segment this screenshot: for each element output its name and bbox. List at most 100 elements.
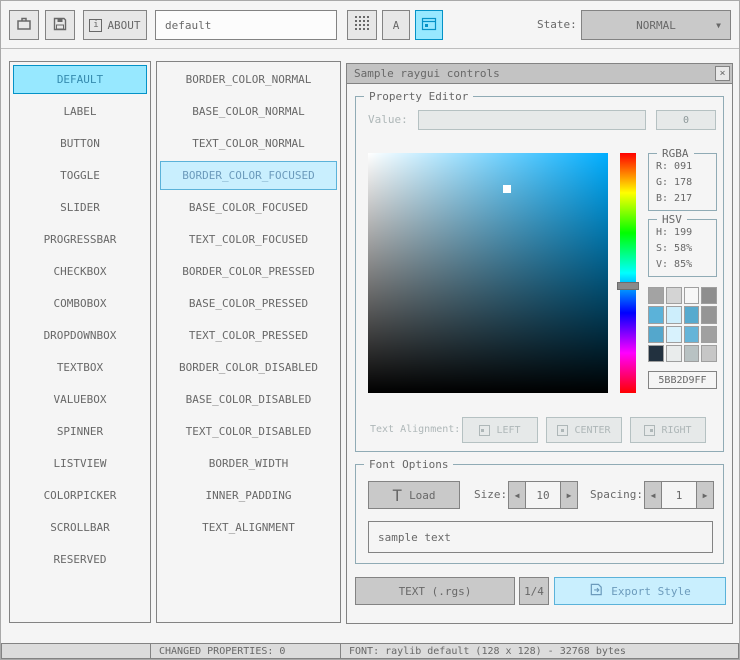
property-list-item[interactable]: BORDER_COLOR_DISABLED xyxy=(160,353,337,382)
color-swatch[interactable] xyxy=(683,287,700,305)
value-input[interactable] xyxy=(418,110,646,130)
close-icon[interactable]: × xyxy=(715,66,730,81)
state-dropdown[interactable]: NORMAL ▼ xyxy=(581,10,731,40)
control-list-item[interactable]: SPINNER xyxy=(13,417,147,446)
control-list-item-label: LISTVIEW xyxy=(53,457,107,470)
hsv-s-value: S: 58% xyxy=(656,243,693,254)
load-style-button[interactable] xyxy=(9,10,39,40)
style-editor-button[interactable] xyxy=(415,10,443,40)
control-list-item-label: COMBOBOX xyxy=(53,297,107,310)
control-list-item[interactable]: LABEL xyxy=(13,97,147,126)
color-saturation-value-panel[interactable] xyxy=(368,153,608,393)
property-list-item[interactable]: BORDER_COLOR_NORMAL xyxy=(160,65,337,94)
color-swatch[interactable] xyxy=(701,306,717,324)
property-list-item[interactable]: TEXT_COLOR_NORMAL xyxy=(160,129,337,158)
property-list-item[interactable]: BASE_COLOR_FOCUSED xyxy=(160,193,337,222)
control-list-item[interactable]: COLORPICKER xyxy=(13,481,147,510)
align-right-button[interactable]: RIGHT xyxy=(630,417,706,443)
hue-slider[interactable] xyxy=(617,153,639,393)
control-list-item[interactable]: SCROLLBAR xyxy=(13,513,147,542)
size-decrement-button[interactable]: ◀ xyxy=(508,481,526,509)
color-swatch[interactable] xyxy=(648,344,664,362)
control-list-item[interactable]: VALUEBOX xyxy=(13,385,147,414)
align-right-label: RIGHT xyxy=(661,424,692,436)
color-picker-cursor[interactable] xyxy=(503,185,512,193)
property-list-item[interactable]: TEXT_COLOR_FOCUSED xyxy=(160,225,337,254)
controls-table-button[interactable] xyxy=(347,10,377,40)
control-list-item[interactable]: RESERVED xyxy=(13,545,147,574)
color-swatch[interactable] xyxy=(665,325,682,343)
control-list-item-label: DROPDOWNBOX xyxy=(43,329,117,342)
control-list-item[interactable]: CHECKBOX xyxy=(13,257,147,286)
hsv-v-value: V: 85% xyxy=(656,259,693,270)
property-list-item-label: BASE_COLOR_FOCUSED xyxy=(188,201,309,214)
property-list-item[interactable]: TEXT_ALIGNMENT xyxy=(160,513,337,542)
color-swatch[interactable] xyxy=(701,344,717,362)
color-swatch[interactable] xyxy=(648,287,664,305)
control-list-item[interactable]: DEFAULT xyxy=(13,65,147,94)
color-swatch[interactable] xyxy=(665,306,682,324)
color-swatch[interactable] xyxy=(683,325,700,343)
align-left-button[interactable]: LEFT xyxy=(462,417,538,443)
property-list-item[interactable]: INNER_PADDING xyxy=(160,481,337,510)
property-list-item[interactable]: TEXT_COLOR_PRESSED xyxy=(160,321,337,350)
color-swatch[interactable] xyxy=(648,325,664,343)
font-editor-button[interactable]: A xyxy=(382,10,410,40)
status-font-info: FONT: raylib default (128 x 128) - 32768… xyxy=(340,643,739,659)
export-style-button[interactable]: Export Style xyxy=(554,577,726,605)
state-dropdown-value: NORMAL xyxy=(636,18,676,32)
control-list-item[interactable]: DROPDOWNBOX xyxy=(13,321,147,350)
export-format-page-button[interactable]: 1/4 xyxy=(519,577,549,605)
save-style-button[interactable] xyxy=(45,10,75,40)
export-text-rgs-button[interactable]: TEXT (.rgs) xyxy=(355,577,515,605)
export-format-page-label: 1/4 xyxy=(524,584,544,598)
property-list-item[interactable]: TEXT_COLOR_DISABLED xyxy=(160,417,337,446)
grid-icon xyxy=(354,16,370,34)
color-swatch[interactable] xyxy=(683,306,700,324)
color-swatch[interactable] xyxy=(665,287,682,305)
property-list-item[interactable]: BASE_COLOR_DISABLED xyxy=(160,385,337,414)
font-load-button[interactable]: T Load xyxy=(368,481,460,509)
control-list-item[interactable]: LISTVIEW xyxy=(13,449,147,478)
spacing-increment-button[interactable]: ▶ xyxy=(696,481,714,509)
property-list-item[interactable]: BASE_COLOR_NORMAL xyxy=(160,97,337,126)
control-list-item[interactable]: PROGRESSBAR xyxy=(13,225,147,254)
size-increment-button[interactable]: ▶ xyxy=(560,481,578,509)
property-list-item[interactable]: BORDER_COLOR_PRESSED xyxy=(160,257,337,286)
panel-titlebar[interactable]: Sample raygui controls × xyxy=(347,64,732,84)
style-name-input[interactable] xyxy=(155,10,337,40)
property-list-item[interactable]: BASE_COLOR_PRESSED xyxy=(160,289,337,318)
color-swatch[interactable] xyxy=(648,306,664,324)
control-list-item-label: TEXTBOX xyxy=(56,361,104,374)
property-list-item[interactable]: BORDER_WIDTH xyxy=(160,449,337,478)
control-list-item[interactable]: TEXTBOX xyxy=(13,353,147,382)
property-list-item-label: BASE_COLOR_NORMAL xyxy=(192,105,305,118)
control-list-item[interactable]: BUTTON xyxy=(13,129,147,158)
size-spinner: ◀ 10 ▶ xyxy=(508,481,578,509)
control-list-item[interactable]: SLIDER xyxy=(13,193,147,222)
value-box[interactable]: 0 xyxy=(656,110,716,130)
sample-text-input[interactable] xyxy=(368,521,713,553)
color-swatch[interactable] xyxy=(665,344,682,362)
rgba-group: RGBA R: 091 G: 178 B: 217 xyxy=(648,147,717,211)
controls-list: DEFAULT LABEL BUTTON TOGGLE SLIDER PROGR… xyxy=(9,61,151,623)
export-style-label: Export Style xyxy=(611,584,691,598)
spacing-decrement-button[interactable]: ◀ xyxy=(644,481,662,509)
status-changed-properties: CHANGED PROPERTIES: 0 xyxy=(150,643,341,659)
about-button[interactable]: i ABOUT xyxy=(83,10,147,40)
font-T-icon: T xyxy=(392,485,403,505)
align-center-button[interactable]: CENTER xyxy=(546,417,622,443)
color-swatch[interactable] xyxy=(683,344,700,362)
color-swatch[interactable] xyxy=(701,325,717,343)
panel-title: Sample raygui controls xyxy=(354,67,500,80)
hue-slider-handle[interactable] xyxy=(617,281,639,290)
size-value[interactable]: 10 xyxy=(525,481,561,509)
align-right-icon xyxy=(644,424,656,436)
font-options-group-label: Font Options xyxy=(364,458,454,471)
control-list-item[interactable]: COMBOBOX xyxy=(13,289,147,318)
control-list-item-label: SLIDER xyxy=(60,201,100,214)
property-list-item[interactable]: BORDER_COLOR_FOCUSED xyxy=(160,161,337,190)
spacing-value[interactable]: 1 xyxy=(661,481,697,509)
color-swatch[interactable] xyxy=(701,287,717,305)
control-list-item[interactable]: TOGGLE xyxy=(13,161,147,190)
